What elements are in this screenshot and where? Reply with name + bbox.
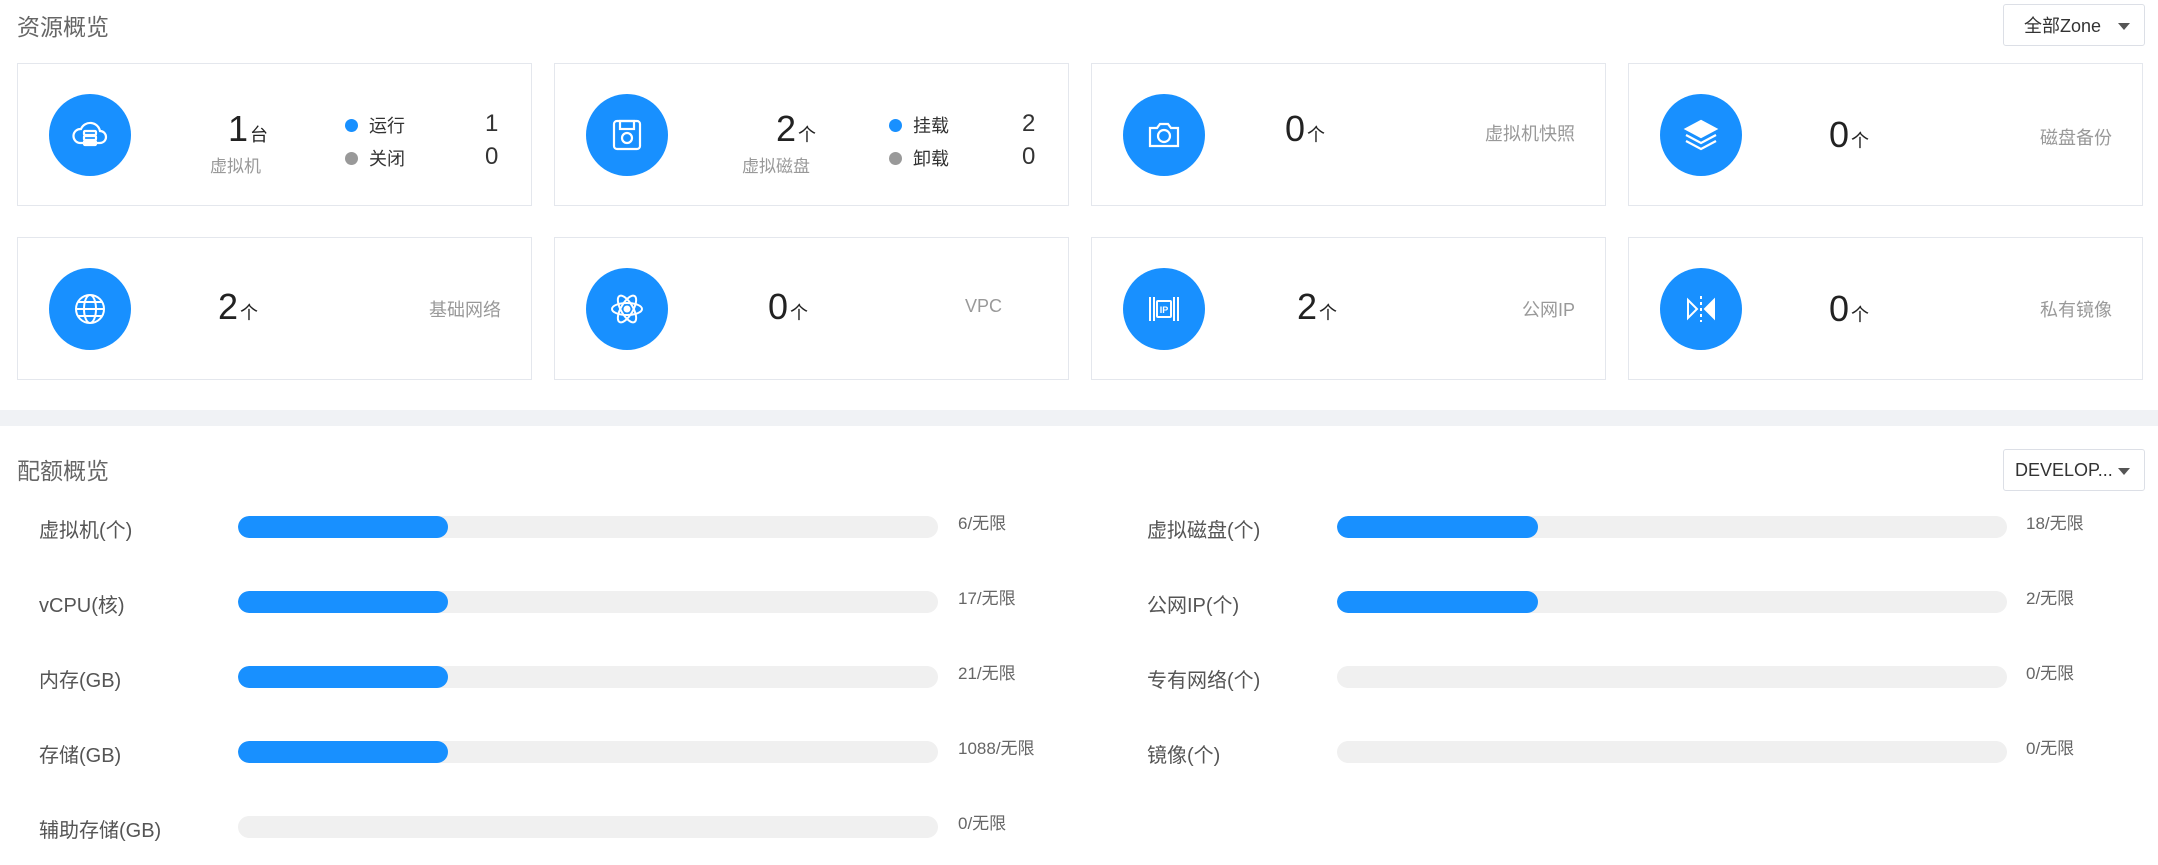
backup-label: 磁盘备份 (2040, 128, 2112, 148)
quota-value: 0/无限 (2026, 739, 2075, 758)
public-ip-label: 公网IP (1521, 300, 1575, 320)
disk-attached-value: 2 (1022, 110, 1036, 137)
atom-icon (586, 268, 668, 350)
quota-value: 18/无限 (2026, 514, 2084, 533)
quota-progress-fill (238, 591, 448, 613)
quota-progress-fill (238, 516, 448, 538)
quota-label: 存储(GB) (39, 745, 122, 767)
vm-status-stopped: 关闭 (345, 145, 405, 171)
quota-progress-track (238, 516, 938, 538)
quota-value: 2/无限 (2026, 589, 2075, 608)
quota-progress-track (1337, 516, 2007, 538)
disk-icon (586, 94, 668, 176)
quota-progress-track (238, 741, 938, 763)
section-separator (0, 410, 2158, 426)
vm-label: 虚拟机 (210, 157, 261, 176)
vpc-count: 0个 (768, 286, 809, 327)
disk-label: 虚拟磁盘 (742, 157, 810, 176)
quota-progress-fill (1337, 516, 1538, 538)
ip-icon: IP (1123, 268, 1205, 350)
status-dot (889, 118, 902, 132)
quota-label: 专有网络(个) (1147, 670, 1261, 692)
quota-label: 公网IP(个) (1147, 595, 1240, 617)
zone-select-value: 全部Zone (2024, 16, 2102, 36)
quota-progress-track (1337, 666, 2007, 688)
disk-status-attached: 挂载 (889, 112, 949, 138)
network-card[interactable]: 2个 基础网络 (17, 237, 532, 380)
layers-icon (1660, 94, 1742, 176)
chevron-down-icon (2118, 468, 2130, 475)
quota-progress-track (238, 591, 938, 613)
quota-progress-fill (238, 666, 448, 688)
quota-value: 1088/无限 (958, 739, 1035, 758)
snapshot-count: 0个 (1285, 108, 1326, 149)
vm-status-running: 运行 (345, 112, 405, 138)
status-dot (345, 118, 358, 132)
disk-card[interactable]: 2个 虚拟磁盘 挂载 2 卸载 0 (554, 63, 1069, 206)
image-count: 0个 (1829, 288, 1870, 329)
backup-card[interactable]: 0个 磁盘备份 (1628, 63, 2143, 206)
vpc-card[interactable]: 0个 VPC (554, 237, 1069, 380)
quota-label: 虚拟机(个) (39, 520, 133, 542)
disk-status-detached: 卸载 (889, 145, 949, 171)
quota-value: 0/无限 (2026, 664, 2075, 683)
quota-progress-fill (1337, 591, 1538, 613)
zone-select[interactable]: 全部Zone (2003, 4, 2145, 46)
public-ip-card[interactable]: IP 2个 公网IP (1091, 237, 1606, 380)
quota-progress-track (238, 816, 938, 838)
project-select-value: DEVELOP... (2015, 459, 2113, 480)
quota-progress-track (1337, 741, 2007, 763)
resource-overview-title: 资源概览 (17, 14, 109, 40)
vm-count: 1台 (228, 108, 269, 149)
quota-value: 6/无限 (958, 514, 1007, 533)
network-count: 2个 (218, 286, 259, 327)
quota-value: 0/无限 (958, 814, 1007, 833)
quota-label: 镜像(个) (1147, 745, 1221, 767)
public-ip-count: 2个 (1297, 286, 1338, 327)
quota-label: vCPU(核) (39, 595, 125, 617)
quota-label: 辅助存储(GB) (39, 820, 162, 842)
quota-progress-track (238, 666, 938, 688)
backup-count: 0个 (1829, 114, 1870, 155)
vpc-label: VPC (964, 296, 1002, 316)
vm-running-value: 1 (485, 110, 499, 137)
status-dot (345, 151, 358, 165)
quota-label: 内存(GB) (39, 670, 122, 692)
vm-card[interactable]: 1台 虚拟机 运行 1 关闭 0 (17, 63, 532, 206)
vm-stopped-value: 0 (485, 143, 499, 170)
quota-progress-track (1337, 591, 2007, 613)
quota-overview-title: 配额概览 (17, 458, 109, 484)
quota-progress-fill (238, 741, 448, 763)
project-select[interactable]: DEVELOP... (2003, 449, 2145, 491)
disk-detached-value: 0 (1022, 143, 1036, 170)
status-dot (889, 151, 902, 165)
chevron-down-icon (2118, 23, 2130, 30)
image-label: 私有镜像 (2040, 300, 2112, 320)
disk-count: 2个 (776, 108, 817, 149)
globe-icon (49, 268, 131, 350)
snapshot-card[interactable]: 0个 虚拟机快照 (1091, 63, 1606, 206)
svg-text:IP: IP (1160, 305, 1169, 315)
quota-value: 17/无限 (958, 589, 1016, 608)
mirror-icon (1660, 268, 1742, 350)
network-label: 基础网络 (429, 300, 501, 320)
snapshot-label: 虚拟机快照 (1485, 124, 1575, 144)
quota-label: 虚拟磁盘(个) (1147, 520, 1261, 542)
image-card[interactable]: 0个 私有镜像 (1628, 237, 2143, 380)
cloud-server-icon (49, 94, 131, 176)
camera-icon (1123, 94, 1205, 176)
quota-value: 21/无限 (958, 664, 1016, 683)
